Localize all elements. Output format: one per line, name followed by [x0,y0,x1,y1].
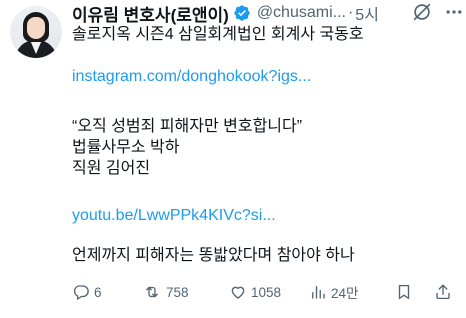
share-icon [436,284,450,300]
retweet-icon [146,286,158,298]
bookmark-button[interactable] [395,283,413,301]
tweet-firm: 법률사무소 박하 [72,139,180,156]
like-button[interactable]: 1058 [229,283,281,301]
time-separator: · [347,4,354,21]
share-button[interactable] [434,283,452,301]
retweet-button[interactable]: 758 [142,283,189,301]
retweet-count: 758 [166,284,189,300]
tweet-closing: 언제까지 피해자는 똥밟았다며 참아야 하나 [72,247,355,264]
verified-badge-icon [233,4,251,22]
reply-count: 6 [94,284,102,300]
tweet-time[interactable]: 5시 [355,1,379,25]
views-count: 24만 [331,286,359,301]
tweet-quote: “오직 성범죄 피해자만 변호합니다” [72,118,303,135]
grok-icon[interactable] [410,0,434,24]
like-icon [231,286,245,299]
views-icon [312,286,325,299]
author-avatar[interactable] [10,6,62,58]
avatar-face [27,17,45,39]
tweet-text-line1: 솔로지옥 시즌4 삼일회계법인 회계사 국동호 [72,26,364,43]
author-name[interactable]: 이유림 변호사(로앤이) [72,1,229,26]
reply-icon [73,285,89,300]
bookmark-icon [398,284,410,300]
youtube-link[interactable]: youtu.be/LwwPPk4KIVc?si... [72,205,276,226]
reply-button[interactable]: 6 [72,283,102,301]
more-icon[interactable] [442,0,466,24]
like-count: 1058 [251,284,282,300]
views-button[interactable]: 24만 [309,282,358,302]
tweet-staff: 직원 김어진 [72,160,151,177]
author-handle[interactable]: @chusami... [257,4,346,22]
action-bar: 6 758 1058 24만 [72,280,458,304]
tweet-header: 이유림 변호사(로앤이) @chusami... · 5시 [72,1,458,26]
instagram-link[interactable]: instagram.com/donghokook?igs... [72,66,311,87]
